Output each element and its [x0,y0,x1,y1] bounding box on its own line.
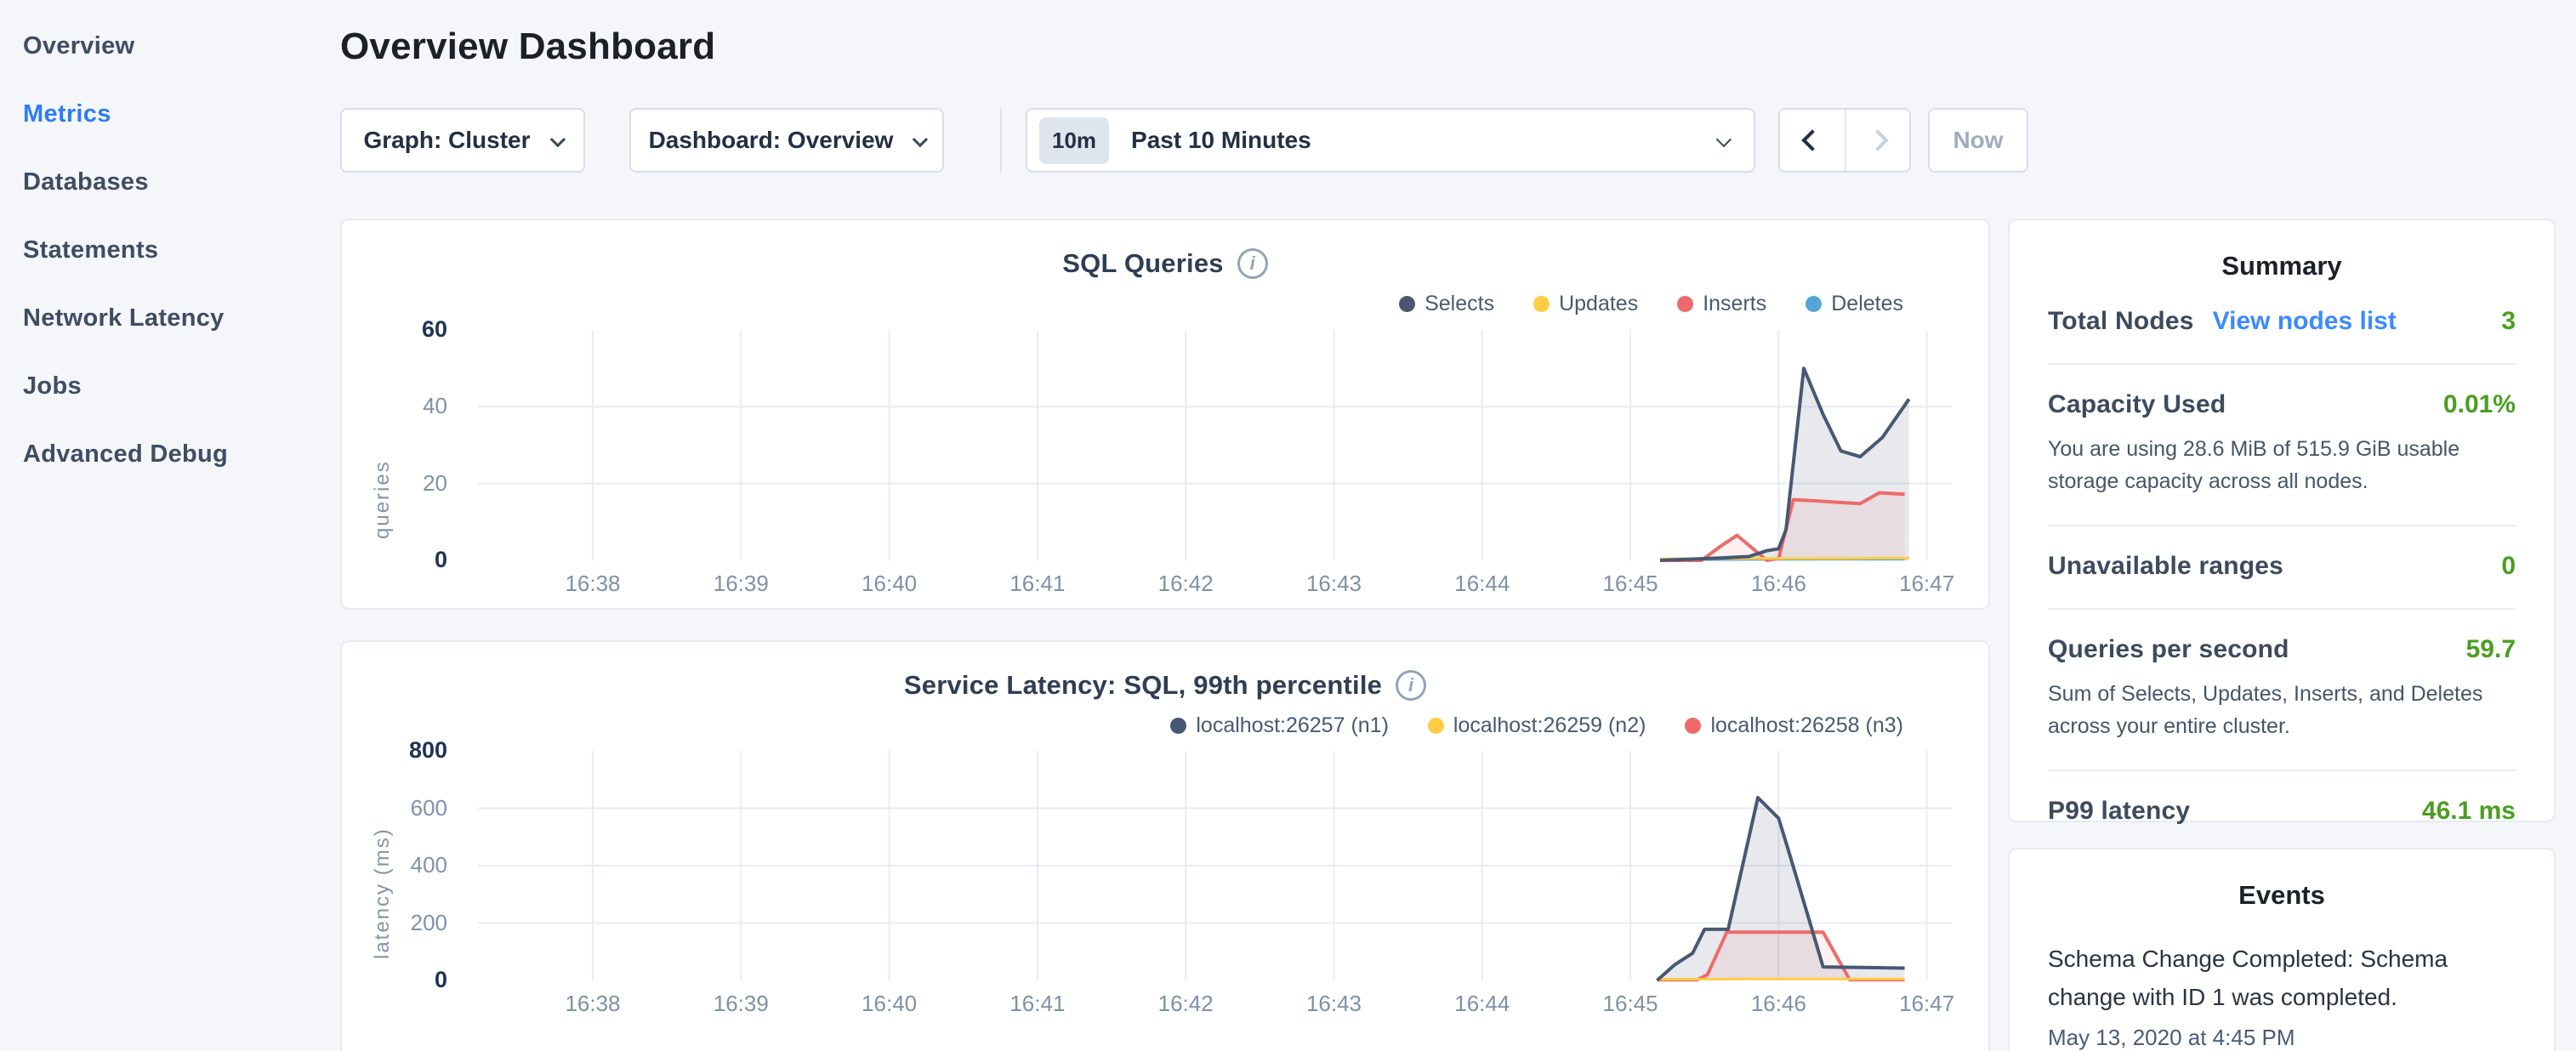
summary-row-value: 46.1 ms [2422,797,2516,826]
sidebar-item-advanced-debug[interactable]: Advanced Debug [23,420,340,488]
summary-row: Capacity Used 0.01% [2048,390,2516,419]
plot-area-svg [342,642,1988,1051]
chevron-right-icon [1867,129,1888,151]
summary-row-label: Total Nodes [2048,307,2194,336]
summary-section: Unavailable ranges 0 [2048,525,2516,608]
events-title: Events [2048,849,2516,911]
summary-rows: Total Nodes View nodes list 3 Capacity Used… [2048,281,2516,853]
graph-dropdown-label: Graph: Cluster [363,127,530,154]
chevron-down-icon [1716,131,1732,146]
summary-row-description: Sum of Selects, Updates, Inserts, and De… [2048,678,2516,742]
dashboard-dropdown[interactable]: Dashboard: Overview [629,108,944,173]
time-step-buttons [1778,108,1911,173]
sidebar-item-metrics[interactable]: Metrics [23,80,340,148]
time-back-button[interactable] [1780,110,1845,171]
summary-title: Summary [2048,220,2516,281]
summary-section: Total Nodes View nodes list 3 [2048,281,2516,363]
service-latency-plot: localhost:26257 (n1)localhost:26259 (n2)… [342,642,1988,1051]
chevron-down-icon [913,131,928,146]
sidebar-item-network-latency[interactable]: Network Latency [23,284,340,352]
summary-row: Total Nodes View nodes list 3 [2048,307,2516,336]
time-forward-button[interactable] [1845,110,1909,171]
events-panel: Events Schema Change Completed: Schema c… [2008,848,2556,1051]
now-button-label: Now [1953,127,2003,154]
sidebar-item-statements[interactable]: Statements [23,216,340,284]
time-range-selector[interactable]: 10m Past 10 Minutes [1026,108,1755,173]
summary-row-label: Capacity Used [2048,390,2226,419]
time-range-label: Past 10 Minutes [1131,127,1717,154]
events-list: Schema Change Completed: Schema change w… [2048,940,2516,1051]
summary-section: Queries per second 59.7 Sum of Selects, Up… [2048,608,2516,770]
sidebar-item-jobs[interactable]: Jobs [23,352,340,420]
summary-row: Unavailable ranges 0 [2048,552,2516,581]
view-nodes-link[interactable]: View nodes list [2213,307,2397,336]
plot-area-svg [342,220,1988,608]
sidebar-item-databases[interactable]: Databases [23,148,340,216]
page-title: Overview Dashboard [340,26,715,68]
summary-row-label: Unavailable ranges [2048,552,2283,581]
summary-row: P99 latency 46.1 ms [2048,797,2516,826]
controls-row: Graph: Cluster Dashboard: Overview 10m P… [340,108,2028,173]
service-latency-chart-card: Service Latency: SQL, 99th percentile i … [340,640,1990,1051]
summary-row-value: 59.7 [2466,635,2516,664]
event-timestamp: May 13, 2020 at 4:45 PM [2048,1025,2516,1051]
summary-section: Capacity Used 0.01% You are using 28.6 MiB… [2048,363,2516,525]
sql-queries-chart-card: SQL Queries i SelectsUpdatesInsertsDelet… [340,219,1990,610]
event-text: Schema Change Completed: Schema change w… [2048,940,2456,1016]
sql-queries-plot: SelectsUpdatesInsertsDeletes020406016:38… [342,220,1988,608]
summary-row-description: You are using 28.6 MiB of 515.9 GiB usab… [2048,433,2516,497]
summary-row-label: P99 latency [2048,797,2190,826]
time-range-badge: 10m [1039,117,1109,164]
summary-panel: Summary Total Nodes View nodes list 3 Capac… [2008,219,2556,822]
summary-section: P99 latency 46.1 ms [2048,770,2516,853]
controls-divider [1000,108,1002,173]
summary-row-label: Queries per second [2048,635,2289,664]
sidebar: OverviewMetricsDatabasesStatementsNetwor… [0,0,340,488]
event-item: Schema Change Completed: Schema change w… [2048,940,2516,1051]
chevron-left-icon [1801,129,1823,151]
sidebar-item-overview[interactable]: Overview [23,12,340,80]
chevron-down-icon [549,131,565,146]
dashboard-dropdown-label: Dashboard: Overview [649,127,894,154]
summary-row: Queries per second 59.7 [2048,635,2516,664]
summary-row-value: 3 [2501,307,2516,336]
graph-dropdown[interactable]: Graph: Cluster [340,108,585,173]
now-button[interactable]: Now [1928,108,2028,173]
summary-row-value: 0.01% [2443,390,2516,419]
summary-row-value: 0 [2501,552,2516,581]
